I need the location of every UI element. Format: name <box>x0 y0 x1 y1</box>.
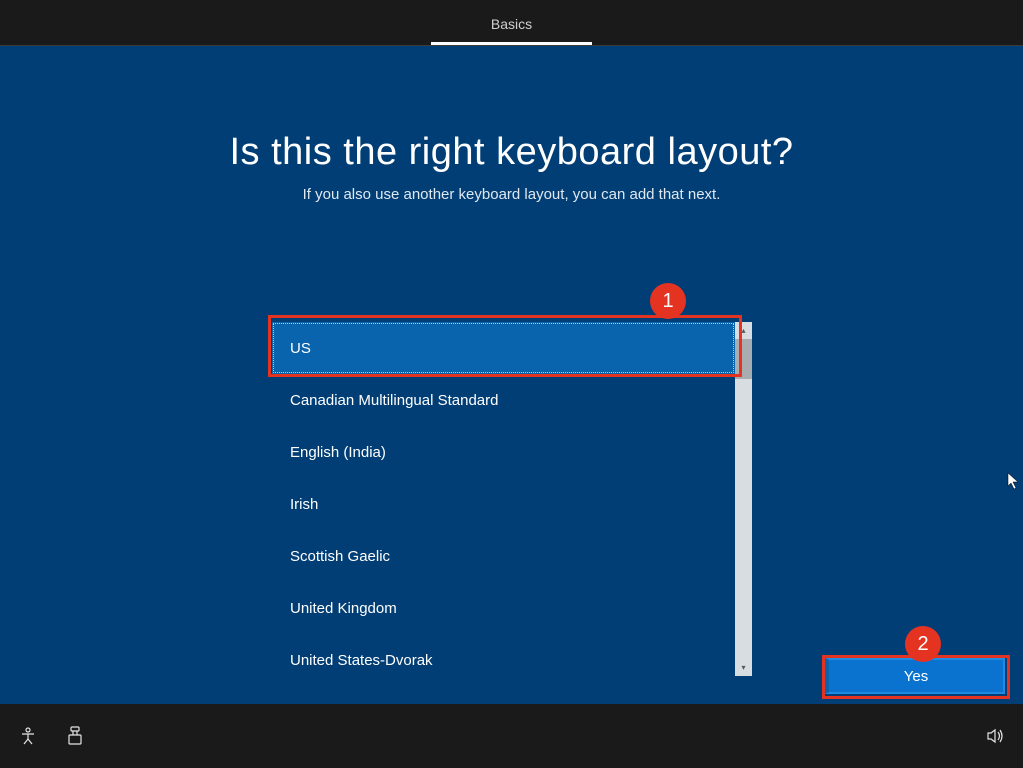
main-content: Is this the right keyboard layout? If yo… <box>0 46 1023 704</box>
layout-option-scottish-gaelic[interactable]: Scottish Gaelic <box>272 530 735 582</box>
layout-option-us-dvorak[interactable]: United States-Dvorak <box>272 634 735 686</box>
page-title: Is this the right keyboard layout? <box>0 131 1023 174</box>
scroll-track[interactable] <box>735 339 752 659</box>
keyboard-layout-list-container: US Canadian Multilingual Standard Englis… <box>272 322 752 676</box>
layout-option-canadian[interactable]: Canadian Multilingual Standard <box>272 374 735 426</box>
power-icon[interactable] <box>66 726 84 746</box>
scrollbar[interactable]: ▴ ▾ <box>735 322 752 676</box>
layout-option-english-india[interactable]: English (India) <box>272 426 735 478</box>
scroll-up-icon[interactable]: ▴ <box>735 322 752 339</box>
keyboard-layout-list: US Canadian Multilingual Standard Englis… <box>272 322 735 676</box>
layout-option-us[interactable]: US <box>272 322 735 374</box>
scroll-down-icon[interactable]: ▾ <box>735 659 752 676</box>
annotation-badge-2: 2 <box>905 626 941 662</box>
layout-option-irish[interactable]: Irish <box>272 478 735 530</box>
top-bar: Basics <box>0 0 1023 46</box>
tab-basics[interactable]: Basics <box>431 4 592 45</box>
layout-option-united-kingdom[interactable]: United Kingdom <box>272 582 735 634</box>
accessibility-icon[interactable] <box>18 726 38 746</box>
annotation-badge-1: 1 <box>650 283 686 319</box>
page-subtitle: If you also use another keyboard layout,… <box>0 186 1023 203</box>
yes-button[interactable]: Yes <box>825 658 1005 694</box>
scroll-thumb[interactable] <box>735 339 752 379</box>
volume-icon[interactable] <box>985 726 1005 746</box>
bottom-bar <box>0 704 1023 768</box>
